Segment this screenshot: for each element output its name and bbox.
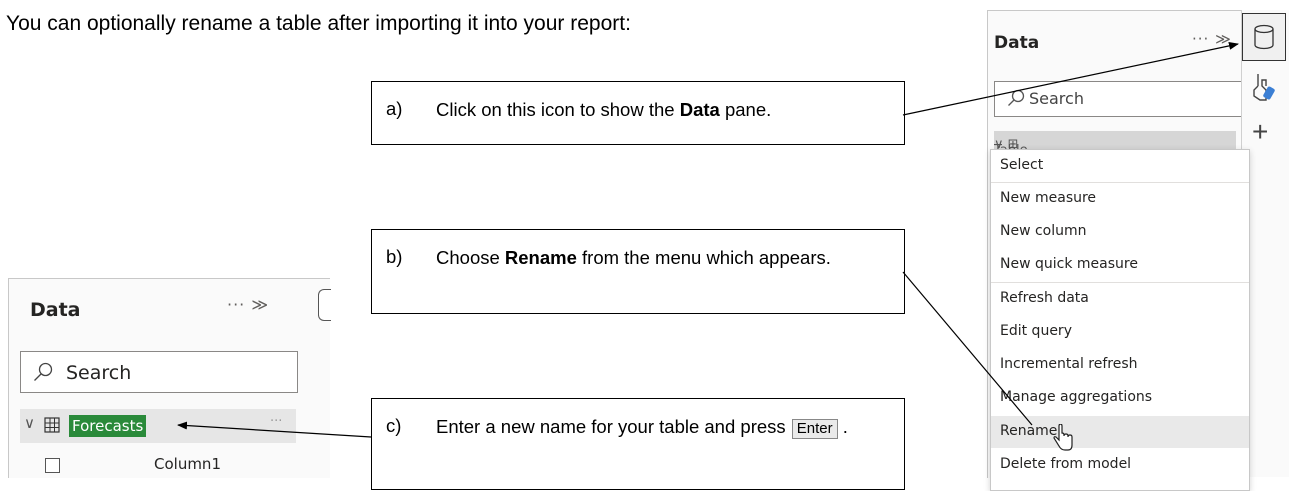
- callout-arrows: [177, 41, 1239, 438]
- arrow-c: [177, 421, 372, 438]
- arrow-a: [902, 41, 1239, 116]
- arrow-b: [902, 271, 1033, 426]
